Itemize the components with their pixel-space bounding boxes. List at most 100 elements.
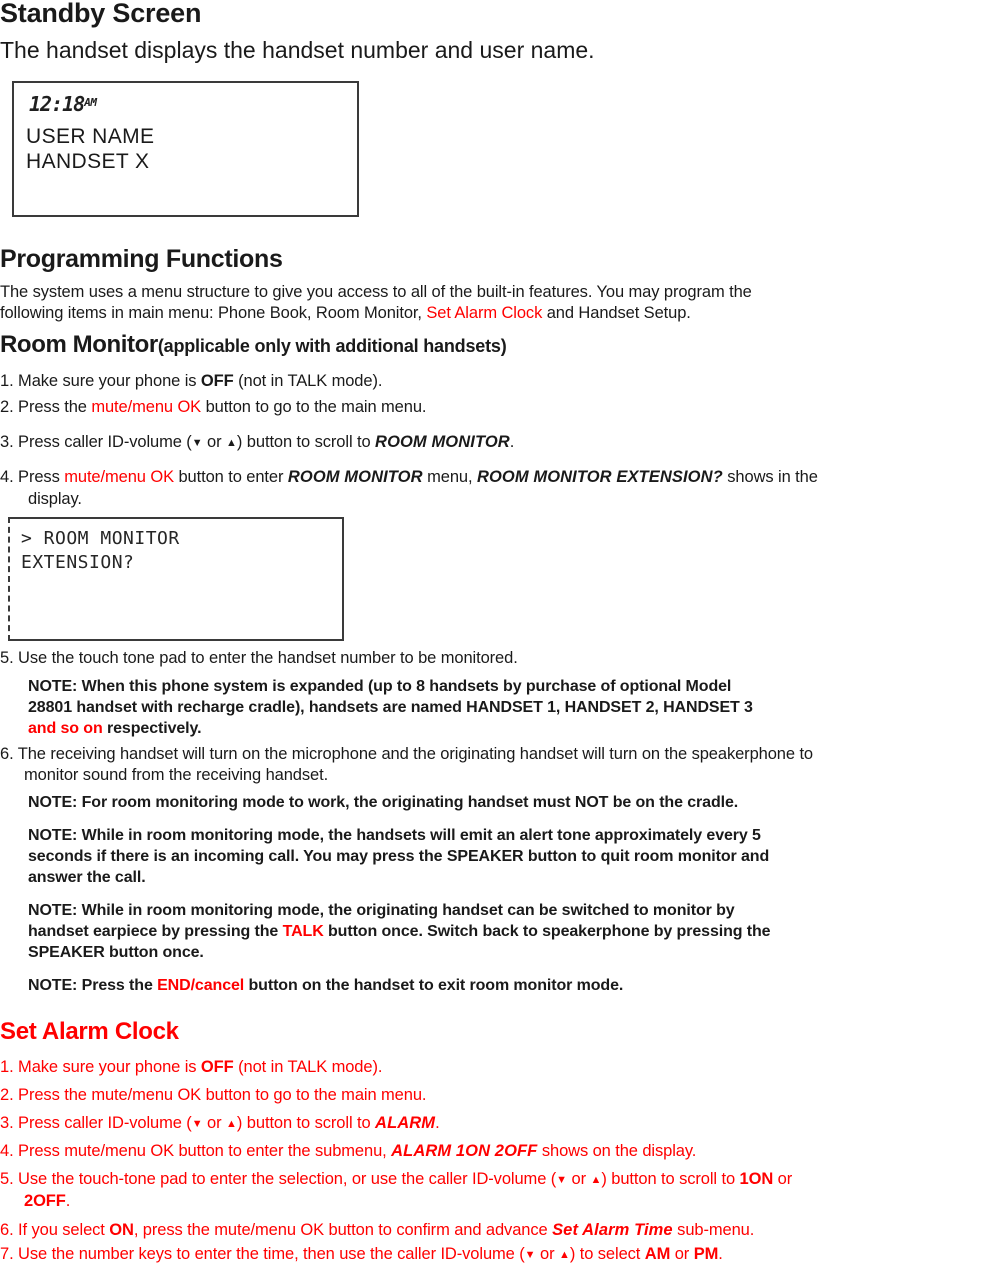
alarm-step1-text-a: 1. Make sure your phone is: [0, 1058, 201, 1076]
rm-step2-mute-menu-ok[interactable]: mute/menu OK: [91, 398, 201, 416]
programming-intro-link-set-alarm-clock[interactable]: Set Alarm Clock: [426, 304, 542, 322]
alarm-step1-text-b: (not in TALK mode).: [233, 1058, 383, 1076]
alarm-step3-text-a: 3. Press caller ID-volume (: [0, 1114, 192, 1132]
room-monitor-note-4-line-2: handset earpiece by pressing the TALK bu…: [28, 921, 771, 942]
rm-step4-prompt-extension: ROOM MONITOR EXTENSION?: [476, 468, 723, 486]
section-heading-set-alarm-clock: Set Alarm Clock: [0, 1018, 179, 1045]
alarm-step7-text-b: ) to select: [569, 1245, 645, 1263]
alarm-step4-text-a: 4. Press mute/menu OK button to enter th…: [0, 1142, 392, 1160]
lcd-ampm-value: AM: [84, 96, 97, 109]
alarm-step4-submenu-label: ALARM 1ON 2OFF: [391, 1142, 538, 1160]
alarm-step6-text-c: sub-menu.: [672, 1221, 755, 1239]
room-monitor-note-4-line-1: NOTE: While in room monitoring mode, the…: [28, 902, 735, 919]
alarm-step-3: 3. Press caller ID-volume (▼ or ▲) butto…: [0, 1113, 440, 1135]
rm-step2-text-a: 2. Press the: [0, 398, 92, 416]
rm-step3-text-a: 3. Press caller ID-volume (: [0, 433, 192, 451]
alarm-step5-option-1on: 1ON: [739, 1170, 774, 1188]
rm-note1-and-so-on: and so on: [28, 720, 103, 737]
room-monitor-step-6-line-1: 6. The receiving handset will turn on th…: [0, 745, 814, 763]
room-monitor-step-5: 5. Use the touch tone pad to enter the h…: [0, 649, 518, 667]
lcd-room-monitor-display: > ROOM MONITOR EXTENSION?: [8, 517, 344, 641]
alarm-step6-submenu-set-alarm-time: Set Alarm Time: [552, 1221, 673, 1239]
alarm-step7-option-pm: PM: [693, 1245, 719, 1263]
lcd-line-handset-number: HANDSET X: [26, 150, 150, 173]
page-title-standby-screen: Standby Screen: [0, 0, 202, 28]
rm-step2-text-b: button to go to the main menu.: [201, 398, 427, 416]
rm-note5-text-a: NOTE: Press the: [28, 977, 158, 994]
rm-step1-off-label: OFF: [200, 372, 234, 390]
standby-screen-description: The handset displays the handset number …: [0, 37, 595, 63]
room-monitor-step-3: 3. Press caller ID-volume (▼ or ▲) butto…: [0, 432, 514, 454]
volume-up-arrow-icon: ▲: [226, 1118, 237, 1130]
room-monitor-note-1-line-2: 28801 handset with recharge cradle), han…: [28, 699, 753, 716]
alarm-step-5-line-1: 5. Use the touch-tone pad to enter the s…: [0, 1169, 792, 1191]
programming-intro-line-1: The system uses a menu structure to give…: [0, 283, 752, 301]
rm-step4-text-a: 4. Press: [0, 468, 65, 486]
room-monitor-note-3-line-1: NOTE: While in room monitoring mode, the…: [28, 827, 761, 844]
volume-up-arrow-icon: ▲: [558, 1249, 570, 1261]
document-page: Standby Screen The handset displays the …: [0, 0, 1006, 1269]
lcd-line-extension-prompt: EXTENSION?: [21, 552, 135, 573]
alarm-step-4: 4. Press mute/menu OK button to enter th…: [0, 1141, 696, 1162]
section-heading-programming-functions: Programming Functions: [0, 245, 283, 273]
alarm-step5-text-b: ) button to scroll to: [601, 1170, 740, 1188]
room-monitor-note-5: NOTE: Press the END/cancel button on the…: [28, 975, 623, 996]
lcd-line-user-name: USER NAME: [26, 125, 155, 148]
volume-down-arrow-icon: ▼: [524, 1249, 536, 1261]
alarm-step-1: 1. Make sure your phone is OFF (not in T…: [0, 1057, 382, 1078]
alarm-step-2: 2. Press the mute/menu OK button to go t…: [0, 1086, 427, 1104]
alarm-step3-menu-alarm: ALARM: [375, 1114, 436, 1132]
alarm-step5-or: or: [567, 1170, 591, 1188]
alarm-step-7: 7. Use the number keys to enter the time…: [0, 1244, 723, 1266]
rm-note1-text-b: respectively.: [102, 720, 202, 737]
volume-up-arrow-icon: ▲: [590, 1174, 602, 1186]
alarm-step6-text-b: , press the mute/menu OK button to confi…: [133, 1221, 553, 1239]
alarm-step-5-line-2: 2OFF.: [24, 1191, 70, 1212]
alarm-step3-or: or: [202, 1114, 227, 1132]
alarm-step5-option-2off: 2OFF: [24, 1192, 66, 1210]
alarm-step5-text-c: or: [773, 1170, 793, 1188]
alarm-step6-option-on: ON: [109, 1221, 134, 1239]
rm-step3-period: .: [509, 433, 515, 451]
rm-note5-end-cancel-button[interactable]: END/cancel: [157, 977, 244, 994]
lcd-line-room-monitor: > ROOM MONITOR: [21, 528, 180, 549]
rm-step4-mute-menu-ok[interactable]: mute/menu OK: [64, 468, 174, 486]
room-monitor-heading-main: Room Monitor: [0, 331, 158, 358]
alarm-step3-period: .: [435, 1114, 440, 1132]
rm-step3-text-b: ) button to scroll to: [236, 433, 376, 451]
room-monitor-heading-note: (applicable only with additional handset…: [157, 336, 507, 356]
rm-step3-menu-room-monitor: ROOM MONITOR: [375, 433, 510, 451]
room-monitor-note-3-line-2: seconds if there is an incoming call. Yo…: [28, 848, 770, 865]
room-monitor-note-3-line-3: answer the call.: [28, 869, 146, 886]
rm-note5-text-b: button on the handset to exit room monit…: [244, 977, 624, 994]
room-monitor-note-4-line-3: SPEAKER button once.: [28, 944, 204, 961]
room-monitor-note-1-line-1: NOTE: When this phone system is expanded…: [28, 678, 732, 695]
alarm-step-6: 6. If you select ON, press the mute/menu…: [0, 1220, 754, 1241]
rm-note4-talk-button[interactable]: TALK: [283, 923, 324, 940]
programming-intro-text-b: and Handset Setup.: [542, 304, 691, 322]
volume-down-arrow-icon: ▼: [191, 1118, 203, 1130]
alarm-step5-text-a: 5. Use the touch-tone pad to enter the s…: [0, 1170, 557, 1188]
rm-step4-text-d: shows in the: [722, 468, 818, 486]
room-monitor-step-4-line-1: 4. Press mute/menu OK button to enter RO…: [0, 467, 818, 488]
alarm-step7-text-a: 7. Use the number keys to enter the time…: [0, 1245, 525, 1263]
rm-step1-text-b: (not in TALK mode).: [233, 372, 383, 390]
room-monitor-note-1-line-3: and so on respectively.: [28, 718, 202, 739]
rm-step4-menu-room-monitor: ROOM MONITOR: [287, 468, 423, 486]
lcd-standby-display: 12:18AM USER NAME HANDSET X: [12, 81, 359, 217]
rm-step3-or: or: [202, 433, 227, 451]
room-monitor-step-1: 1. Make sure your phone is OFF (not in T…: [0, 371, 382, 392]
rm-step1-text-a: 1. Make sure your phone is: [0, 372, 201, 390]
alarm-step7-option-am: AM: [644, 1245, 671, 1263]
lcd-time-value: 12:18: [29, 92, 85, 116]
alarm-step6-text-a: 6. If you select: [0, 1221, 110, 1239]
alarm-step4-text-b: shows on the display.: [537, 1142, 697, 1160]
alarm-step7-or: or: [535, 1245, 559, 1263]
volume-down-arrow-icon: ▼: [556, 1174, 568, 1186]
lcd-time-readout: 12:18AM: [29, 92, 97, 116]
section-heading-room-monitor: Room Monitor(applicable only with additi…: [0, 331, 507, 358]
volume-down-arrow-icon: ▼: [191, 437, 203, 449]
alarm-step5-period: .: [65, 1192, 71, 1210]
alarm-step7-period: .: [718, 1245, 723, 1263]
volume-up-arrow-icon: ▲: [226, 437, 237, 449]
